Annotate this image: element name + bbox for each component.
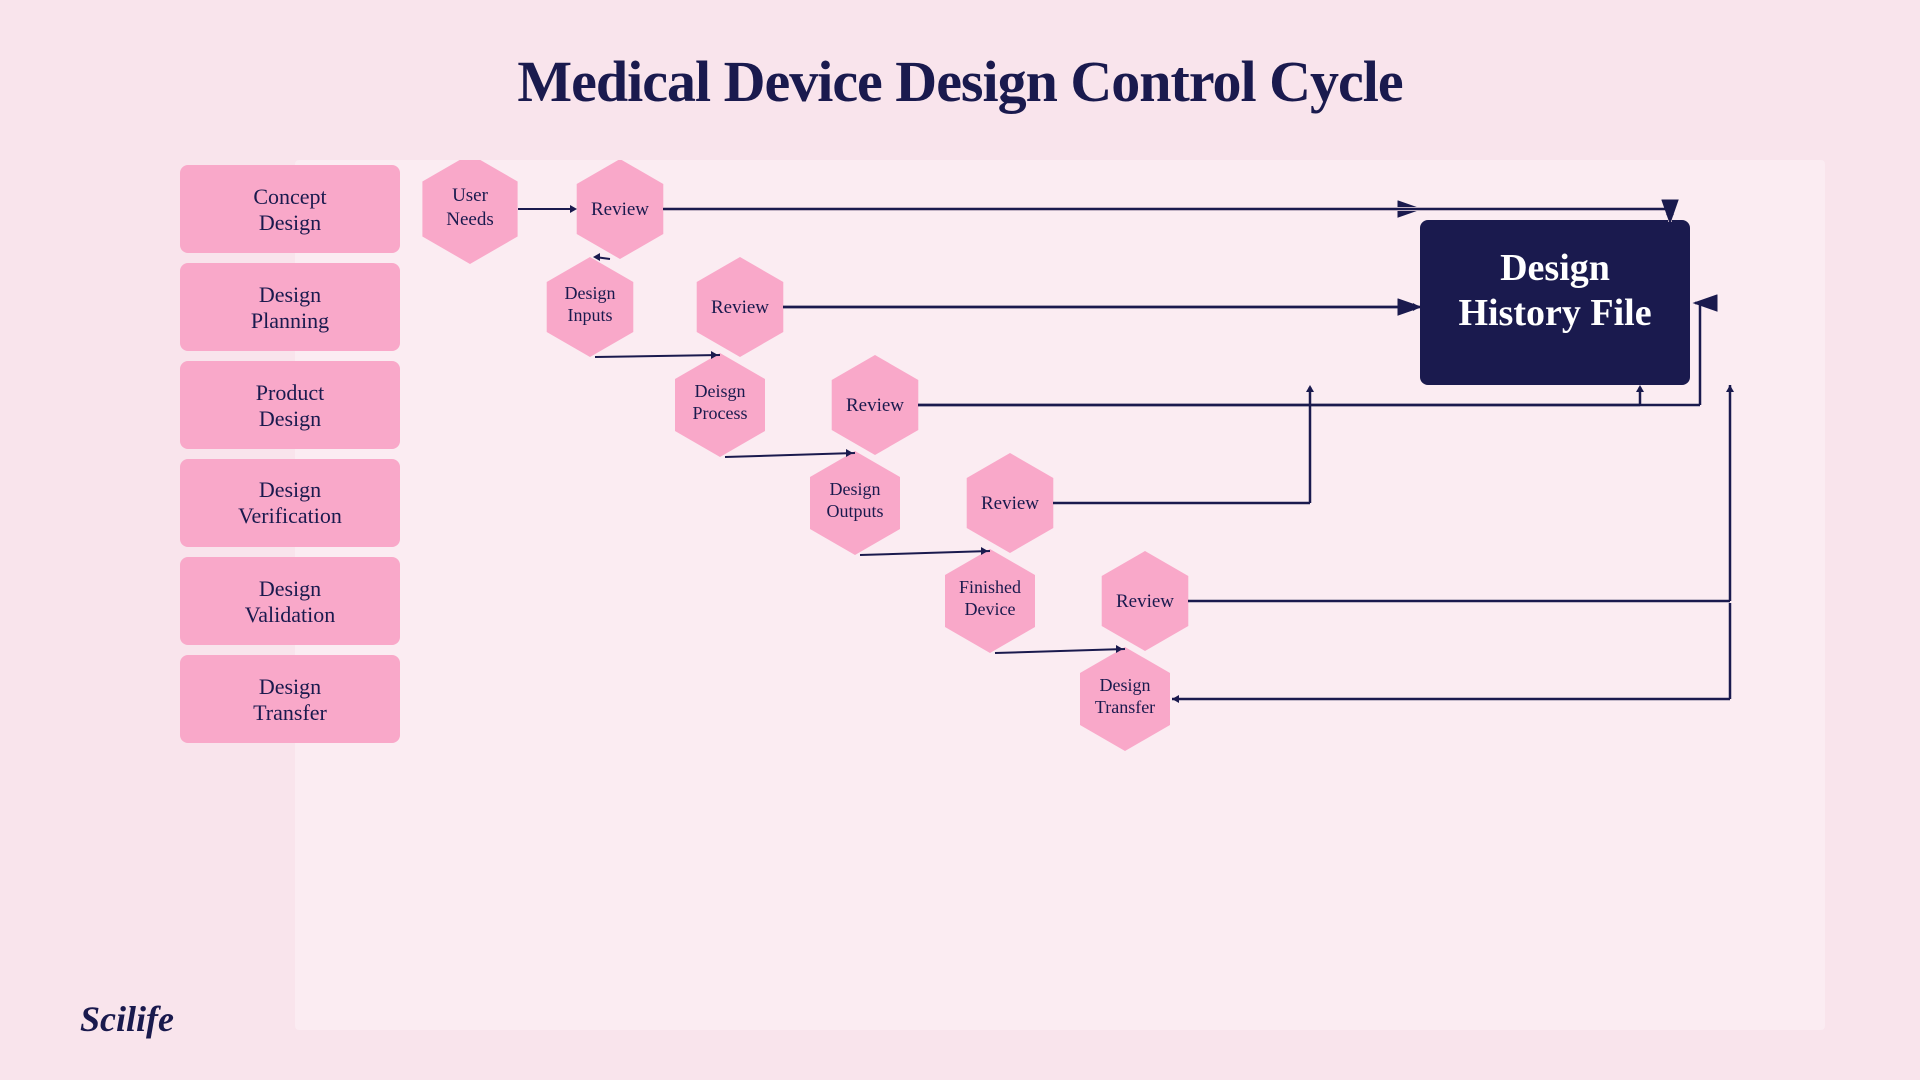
svg-text:Verification: Verification (238, 503, 342, 528)
svg-text:Design: Design (259, 674, 321, 699)
brand-logo: Scilife (80, 998, 174, 1040)
svg-text:Review: Review (711, 297, 769, 318)
svg-text:Concept: Concept (253, 184, 326, 209)
svg-text:Design: Design (1500, 247, 1610, 289)
svg-text:Review: Review (981, 493, 1039, 514)
diagram-area: Concept Design Design Planning Product D… (80, 160, 1840, 1000)
svg-text:User: User (452, 185, 489, 206)
diagram-svg: Concept Design Design Planning Product D… (80, 160, 1840, 1030)
svg-text:Design: Design (1100, 675, 1151, 695)
svg-text:Design: Design (259, 210, 321, 235)
svg-text:Product: Product (256, 380, 324, 405)
svg-text:Design: Design (259, 576, 321, 601)
svg-text:Review: Review (1116, 591, 1174, 612)
svg-text:Outputs: Outputs (826, 501, 883, 521)
svg-text:Design: Design (259, 406, 321, 431)
svg-text:Design: Design (830, 479, 881, 499)
svg-text:Transfer: Transfer (1095, 697, 1155, 717)
svg-text:Needs: Needs (446, 209, 493, 230)
svg-text:Design: Design (565, 283, 616, 303)
svg-text:Review: Review (591, 199, 649, 220)
svg-text:History File: History File (1458, 292, 1651, 334)
svg-text:Process: Process (693, 403, 748, 423)
page-title: Medical Device Design Control Cycle (0, 0, 1920, 115)
svg-text:Review: Review (846, 395, 904, 416)
svg-text:Design: Design (259, 282, 321, 307)
svg-text:Deisgn: Deisgn (695, 381, 746, 401)
svg-text:Device: Device (965, 599, 1016, 619)
svg-text:Transfer: Transfer (253, 700, 327, 725)
svg-text:Planning: Planning (251, 308, 329, 333)
svg-text:Inputs: Inputs (568, 305, 613, 325)
svg-text:Design: Design (259, 477, 321, 502)
svg-text:Validation: Validation (245, 602, 335, 627)
svg-text:Finished: Finished (959, 577, 1021, 597)
